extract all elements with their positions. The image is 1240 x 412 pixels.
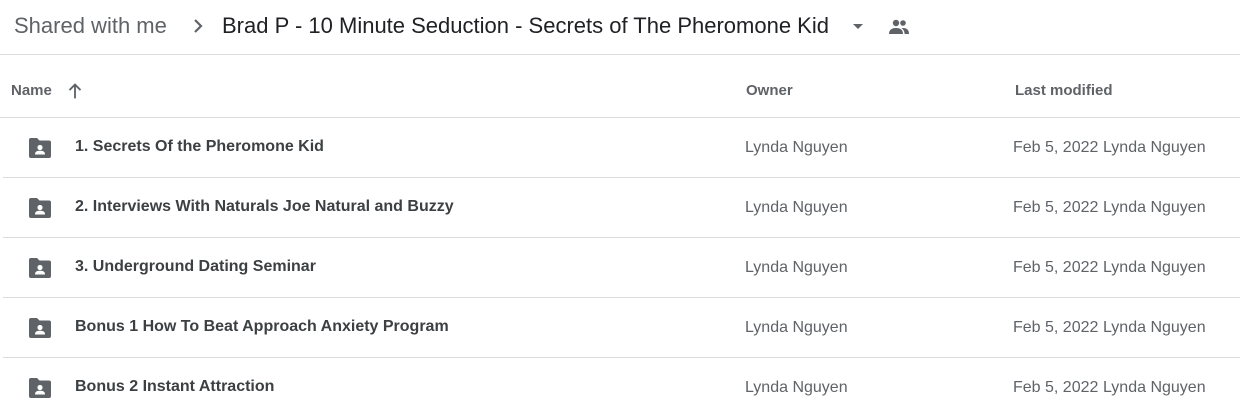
file-name: Bonus 1 How To Beat Approach Anxiety Pro…	[75, 318, 449, 335]
file-row[interactable]: 3. Underground Dating Seminar Lynda Nguy…	[3, 238, 1240, 298]
file-name: 2. Interviews With Naturals Joe Natural …	[75, 198, 454, 215]
drive-page: Shared with me Brad P - 10 Minute Seduct…	[0, 0, 1240, 412]
file-row[interactable]: 2. Interviews With Naturals Joe Natural …	[3, 178, 1240, 238]
file-modified-date: Feb 5, 2022	[1013, 319, 1099, 336]
column-header-row: Name Owner Last modified	[0, 56, 1240, 118]
column-header-last-modified[interactable]: Last modified	[1015, 82, 1113, 99]
file-name: 3. Underground Dating Seminar	[75, 258, 316, 275]
file-modified-by: Lynda Nguyen	[1103, 319, 1206, 336]
file-modified-date: Feb 5, 2022	[1013, 199, 1099, 216]
file-modified-by: Lynda Nguyen	[1103, 199, 1206, 216]
people-icon[interactable]	[887, 15, 911, 39]
file-modified-date: Feb 5, 2022	[1013, 139, 1099, 156]
column-header-owner: Owner	[746, 82, 793, 99]
file-row[interactable]: 1. Secrets Of the Pheromone Kid Lynda Ng…	[3, 118, 1240, 178]
file-owner: Lynda Nguyen	[745, 139, 848, 156]
shared-folder-icon	[27, 316, 53, 340]
breadcrumb-current-folder[interactable]: Brad P - 10 Minute Seduction - Secrets o…	[222, 12, 829, 40]
shared-folder-icon	[27, 256, 53, 280]
file-modified-by: Lynda Nguyen	[1103, 259, 1206, 276]
file-name: Bonus 2 Instant Attraction	[75, 378, 275, 395]
arrow-drop-down-icon[interactable]	[846, 14, 870, 38]
file-owner: Lynda Nguyen	[745, 379, 848, 396]
breadcrumb-shared-with-me[interactable]: Shared with me	[14, 12, 167, 40]
shared-folder-icon	[27, 376, 53, 400]
shared-folder-icon	[27, 136, 53, 160]
file-owner: Lynda Nguyen	[745, 259, 848, 276]
file-owner: Lynda Nguyen	[745, 319, 848, 336]
file-modified-date: Feb 5, 2022	[1013, 259, 1099, 276]
file-modified-by: Lynda Nguyen	[1103, 379, 1206, 396]
file-owner: Lynda Nguyen	[745, 199, 848, 216]
column-header-name[interactable]: Name	[11, 82, 52, 99]
arrow-upward-icon[interactable]	[64, 80, 86, 102]
file-list: 1. Secrets Of the Pheromone Kid Lynda Ng…	[3, 118, 1240, 412]
file-modified-date: Feb 5, 2022	[1013, 379, 1099, 396]
breadcrumb: Shared with me Brad P - 10 Minute Seduct…	[0, 0, 1240, 55]
file-modified-by: Lynda Nguyen	[1103, 139, 1206, 156]
file-row[interactable]: Bonus 1 How To Beat Approach Anxiety Pro…	[3, 298, 1240, 358]
file-name: 1. Secrets Of the Pheromone Kid	[75, 138, 324, 155]
shared-folder-icon	[27, 196, 53, 220]
chevron-right-icon	[186, 14, 210, 38]
file-row[interactable]: Bonus 2 Instant Attraction Lynda Nguyen …	[3, 358, 1240, 412]
